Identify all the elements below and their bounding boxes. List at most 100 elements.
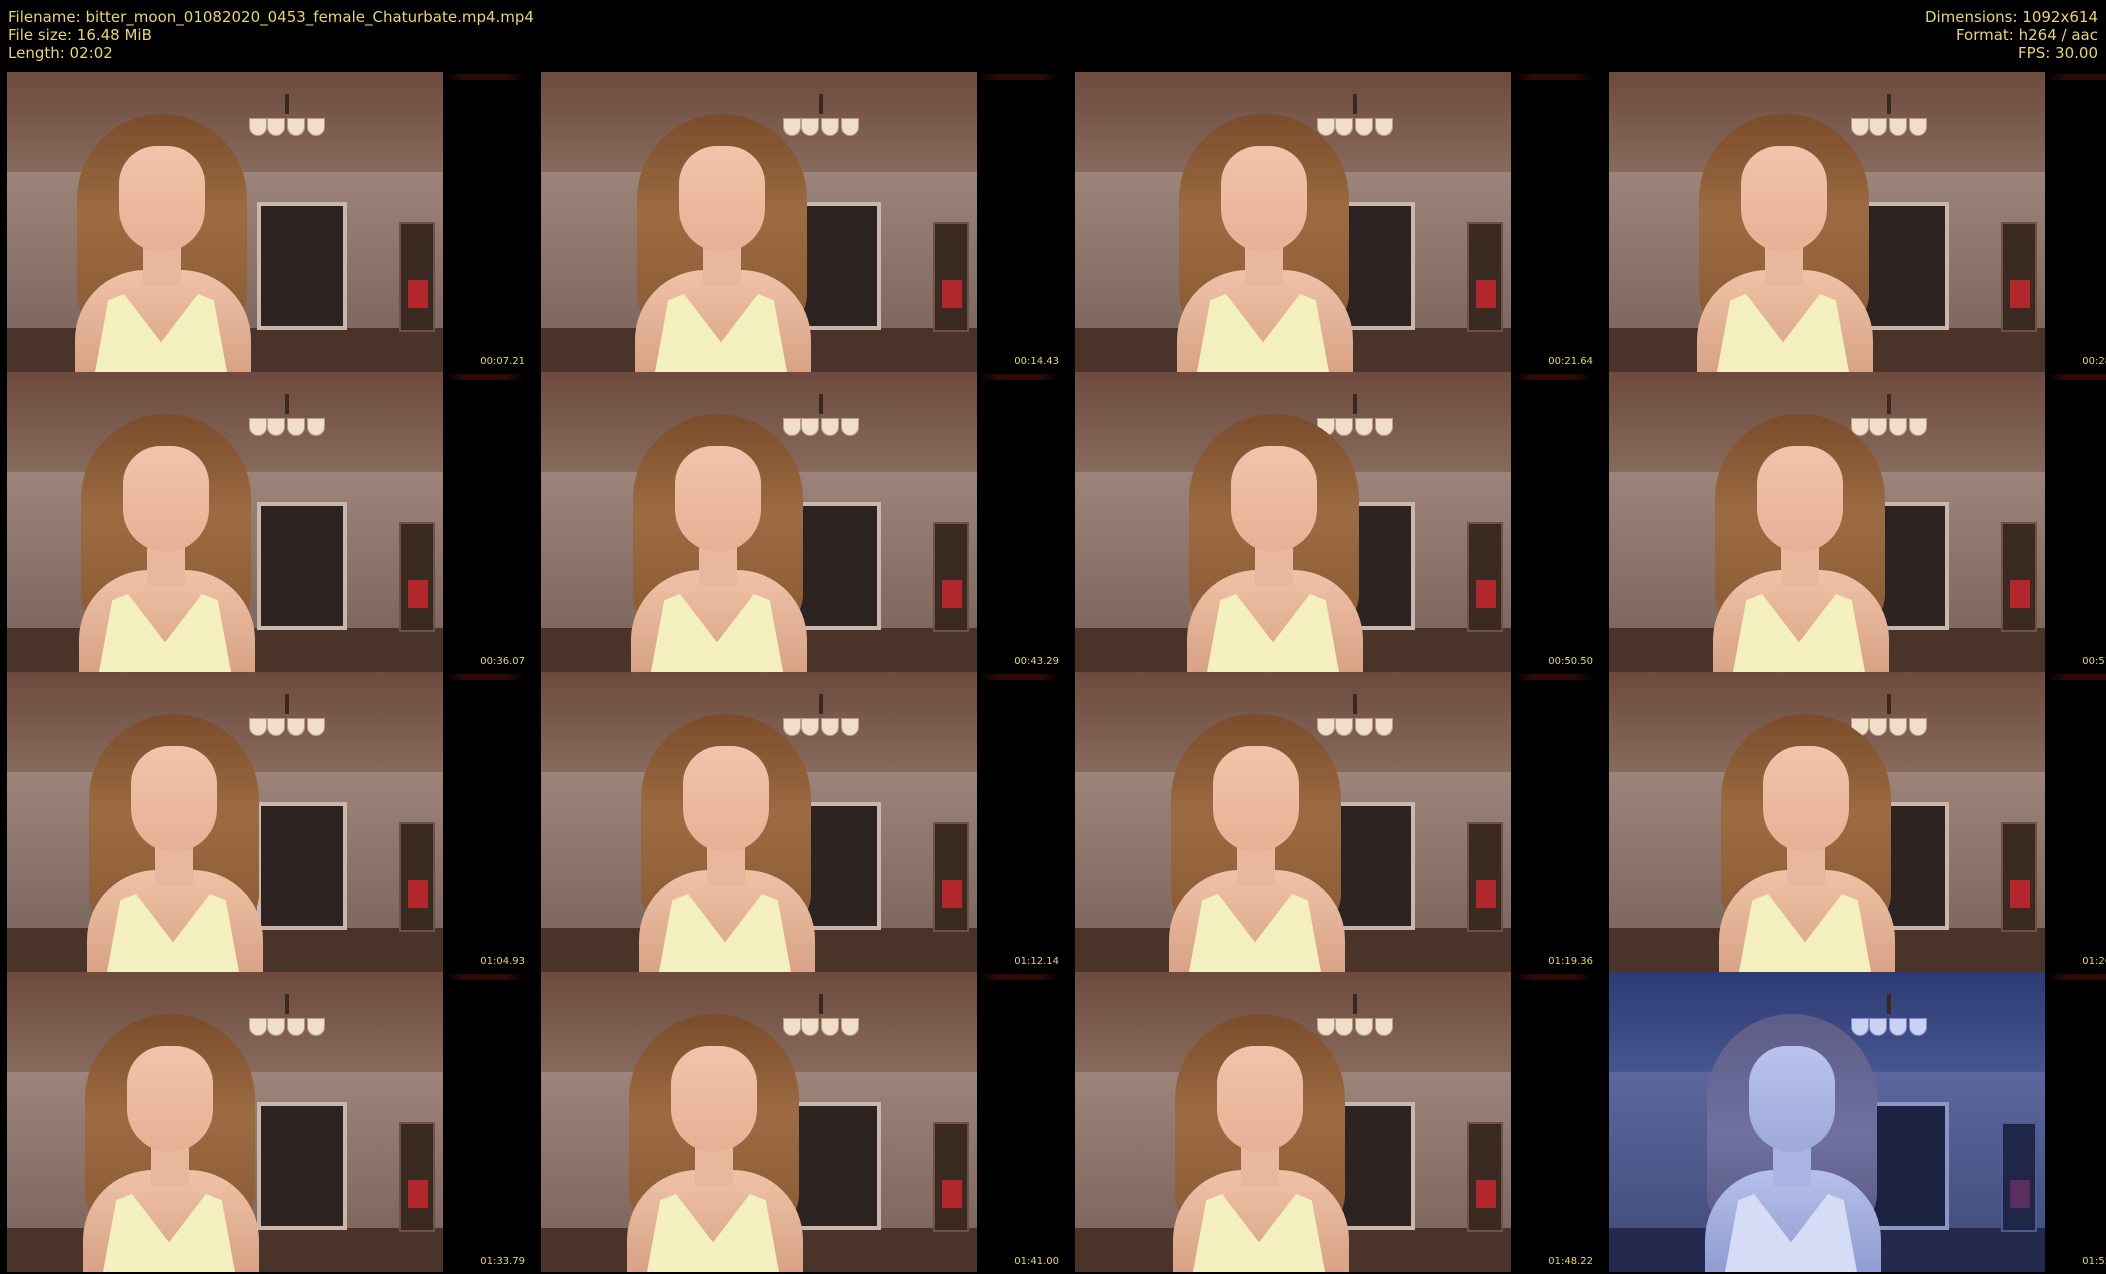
watermark xyxy=(979,674,1059,680)
wall-shelf xyxy=(2001,822,2037,932)
video-frame xyxy=(541,372,977,672)
thumbnail-cell: 01:41.00 xyxy=(541,972,1061,1272)
face xyxy=(675,446,761,552)
thumbnail-cell: 01:12.14 xyxy=(541,672,1061,972)
watermark xyxy=(1513,74,1593,80)
video-frame xyxy=(1609,672,2045,972)
chandelier-lamp xyxy=(307,118,325,136)
thumbnail-cell: 00:07.21 xyxy=(7,72,527,372)
shelf-item xyxy=(2010,1180,2030,1208)
shelf-item xyxy=(1476,880,1496,908)
wall-shelf xyxy=(399,222,435,332)
thumbnail-cell: 00:28.86 xyxy=(1609,72,2106,372)
chandelier-lamp xyxy=(307,418,325,436)
person-figure xyxy=(1159,372,1389,672)
face xyxy=(1749,1046,1835,1152)
watermark xyxy=(1513,374,1593,380)
face xyxy=(131,746,217,852)
filesize-text: File size: 16.48 MiB xyxy=(8,26,152,44)
chandelier-lamp xyxy=(841,118,859,136)
video-frame xyxy=(1075,972,1511,1272)
timestamp-label: 00:28.86 xyxy=(2082,356,2106,367)
file-info-left: Filename: bitter_moon_01082020_0453_fema… xyxy=(8,8,534,62)
format-text: Format: h264 / aac xyxy=(1955,26,2098,44)
watermark xyxy=(2047,674,2106,680)
timestamp-label: 01:55.43 xyxy=(2082,1256,2106,1267)
timestamp-label: 00:14.43 xyxy=(1014,356,1059,367)
chandelier-lamp xyxy=(1909,1018,1927,1036)
timestamp-label: 00:57.72 xyxy=(2082,656,2106,667)
thumbnail-cell: 00:36.07 xyxy=(7,372,527,672)
fps-text: FPS: 30.00 xyxy=(2018,44,2098,62)
wall-shelf xyxy=(933,822,969,932)
shelf-item xyxy=(1476,280,1496,308)
face xyxy=(1231,446,1317,552)
timestamp-label: 01:04.93 xyxy=(480,956,525,967)
person-figure xyxy=(607,72,837,372)
video-frame xyxy=(7,672,443,972)
timestamp-label: 00:43.29 xyxy=(1014,656,1059,667)
video-frame xyxy=(1609,72,2045,372)
wall-shelf xyxy=(399,1122,435,1232)
thumbnail-cell: 01:26.57 xyxy=(1609,672,2106,972)
wall-shelf xyxy=(399,522,435,632)
length-text: Length: 02:02 xyxy=(8,44,113,62)
thumbnail-cell: 01:04.93 xyxy=(7,672,527,972)
video-frame xyxy=(1609,372,2045,672)
shelf-item xyxy=(2010,280,2030,308)
face xyxy=(123,446,209,552)
chandelier-rod xyxy=(285,394,289,414)
person-figure xyxy=(1145,972,1375,1272)
watermark xyxy=(979,74,1059,80)
person-figure xyxy=(1691,672,1921,972)
thumbnail-cell: 00:14.43 xyxy=(541,72,1061,372)
shelf-item xyxy=(408,880,428,908)
person-figure xyxy=(51,372,281,672)
watermark xyxy=(1513,974,1593,980)
face xyxy=(1213,746,1299,852)
chandelier-lamp xyxy=(1375,718,1393,736)
timestamp-label: 01:19.36 xyxy=(1548,956,1593,967)
video-frame xyxy=(1075,372,1511,672)
chandelier-lamp xyxy=(307,718,325,736)
thumbnail-cell: 00:57.72 xyxy=(1609,372,2106,672)
watermark xyxy=(2047,974,2106,980)
video-frame xyxy=(541,672,977,972)
face xyxy=(1763,746,1849,852)
chandelier-lamp xyxy=(1375,1018,1393,1036)
face xyxy=(1217,1046,1303,1152)
wall-shelf xyxy=(933,522,969,632)
shelf-item xyxy=(2010,580,2030,608)
shelf-item xyxy=(2010,880,2030,908)
face xyxy=(119,146,205,252)
person-figure xyxy=(1685,372,1915,672)
thumbnail-cell: 00:43.29 xyxy=(541,372,1061,672)
face xyxy=(1741,146,1827,252)
person-figure xyxy=(603,372,833,672)
watermark xyxy=(979,374,1059,380)
chandelier-lamp xyxy=(287,418,305,436)
dimensions-text: Dimensions: 1092x614 xyxy=(1924,8,2098,26)
timestamp-label: 01:41.00 xyxy=(1014,1256,1059,1267)
chandelier-lamp xyxy=(841,718,859,736)
person-figure xyxy=(1669,72,1899,372)
video-frame xyxy=(7,72,443,372)
shelf-item xyxy=(942,580,962,608)
watermark xyxy=(445,374,525,380)
chandelier-lamp xyxy=(307,1018,325,1036)
watermark xyxy=(445,74,525,80)
person-figure xyxy=(59,672,289,972)
timestamp-label: 00:07.21 xyxy=(480,356,525,367)
shelf-item xyxy=(408,580,428,608)
chandelier-lamp xyxy=(1909,118,1927,136)
person-figure xyxy=(1677,972,1907,1272)
thumbnail-cell: 01:55.43 xyxy=(1609,972,2106,1272)
thumbnail-grid: 00:07.21 00:14.43 00:21.64 00:28.86 00:36.07… xyxy=(7,72,2106,1274)
wall-shelf xyxy=(1467,1122,1503,1232)
filename-text: Filename: bitter_moon_01082020_0453_fema… xyxy=(8,8,534,26)
timestamp-label: 01:48.22 xyxy=(1548,1256,1593,1267)
thumbnail-cell: 01:48.22 xyxy=(1075,972,1595,1272)
person-figure xyxy=(1149,72,1379,372)
video-frame xyxy=(541,72,977,372)
timestamp-label: 00:21.64 xyxy=(1548,356,1593,367)
